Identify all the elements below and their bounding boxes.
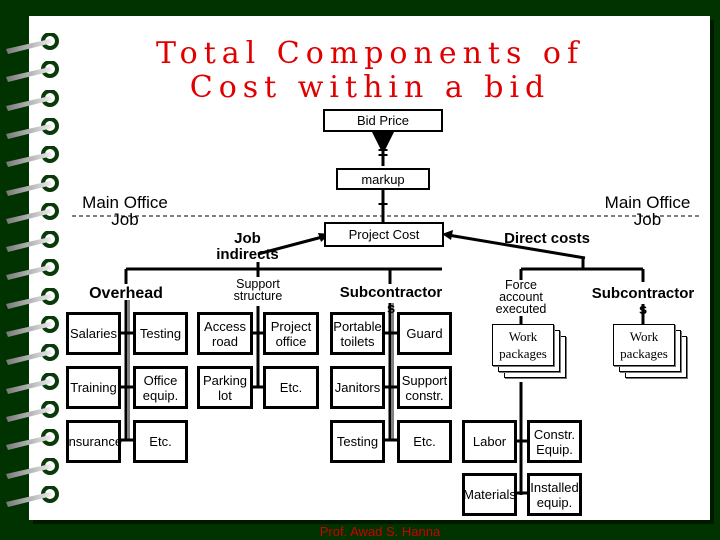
work-packages-label: Work packages [613,324,675,366]
direct-costs-label: Direct costs [504,230,590,247]
zone-left-main-office: Main Office [82,193,168,212]
support-item: Etc. [263,366,319,409]
bid-price-box: Bid Price [323,109,443,132]
overhead-item: Testing [133,312,188,355]
force-account-item: Installed equip. [527,473,582,516]
subcontract-item: Portable toilets [330,312,385,355]
force-account-item: Constr. Equip. [527,420,582,463]
force-account-item: Materials [462,473,517,516]
overhead-label: Overhead [89,285,163,302]
force-account-work-packages: Work packages [492,324,566,378]
subcontract-item: Janitors [330,366,385,409]
direct-subcontractors-label: Subcontractors [591,285,695,318]
overhead-item: Insurance [65,420,122,463]
subcontract-item: Testing [330,420,385,463]
subcontract-item: Etc. [397,420,452,463]
force-account-label: Force account executed [495,278,547,316]
force-account-item: Labor [462,420,517,463]
overhead-item: Training [66,366,121,409]
author-footer: Prof. Awad S. Hanna [319,524,441,539]
plus-sign: + [377,194,389,214]
subcontractor-work-packages: Work packages [613,324,687,378]
zone-right-job: Job [633,210,662,229]
overhead-item: Salaries [66,312,121,355]
subcontract-item: Guard [397,312,452,355]
equals-sign: = [377,143,389,163]
support-item: Parking lot [197,366,253,409]
work-packages-label: Work packages [492,324,554,366]
zone-left-job: Job [111,210,139,229]
markup-box: markup [336,168,430,190]
support-item: Project office [263,312,319,355]
job-indirects-label: Job indirects [216,230,279,263]
project-cost-box: Project Cost [324,222,444,247]
overhead-item: Office equip. [133,366,188,409]
subcontract-item: Support constr. [397,366,452,409]
overhead-item: Etc. [133,420,188,463]
zone-right-main-office: Main Office [604,193,691,212]
support-structure-label: Support structure [233,277,283,303]
support-item: Access road [197,312,253,355]
